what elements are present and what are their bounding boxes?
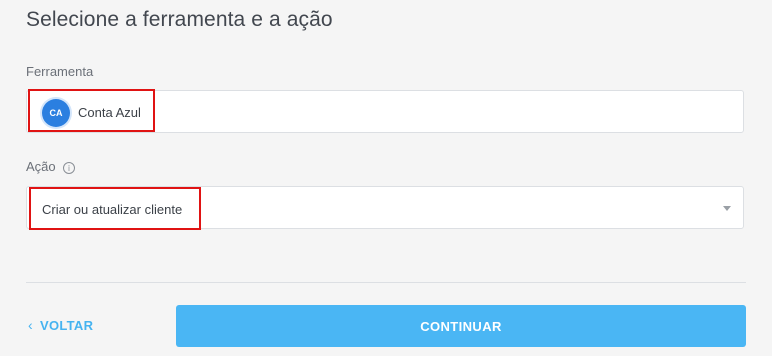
chevron-down-icon bbox=[723, 206, 731, 211]
chevron-left-icon: ‹ bbox=[28, 317, 33, 333]
page-title: Selecione a ferramenta e a ação bbox=[26, 8, 333, 31]
back-button-label: VOLTAR bbox=[39, 318, 94, 333]
tool-field-label: Ferramenta bbox=[26, 64, 94, 79]
tool-highlight-box bbox=[28, 89, 155, 132]
action-field-label: Ação bbox=[26, 159, 56, 174]
back-button[interactable]: ‹ VOLTAR bbox=[28, 317, 93, 333]
action-highlight-box bbox=[29, 187, 201, 230]
info-icon[interactable]: i bbox=[63, 162, 75, 174]
divider bbox=[26, 282, 746, 283]
continue-button[interactable]: CONTINUAR bbox=[176, 305, 746, 347]
